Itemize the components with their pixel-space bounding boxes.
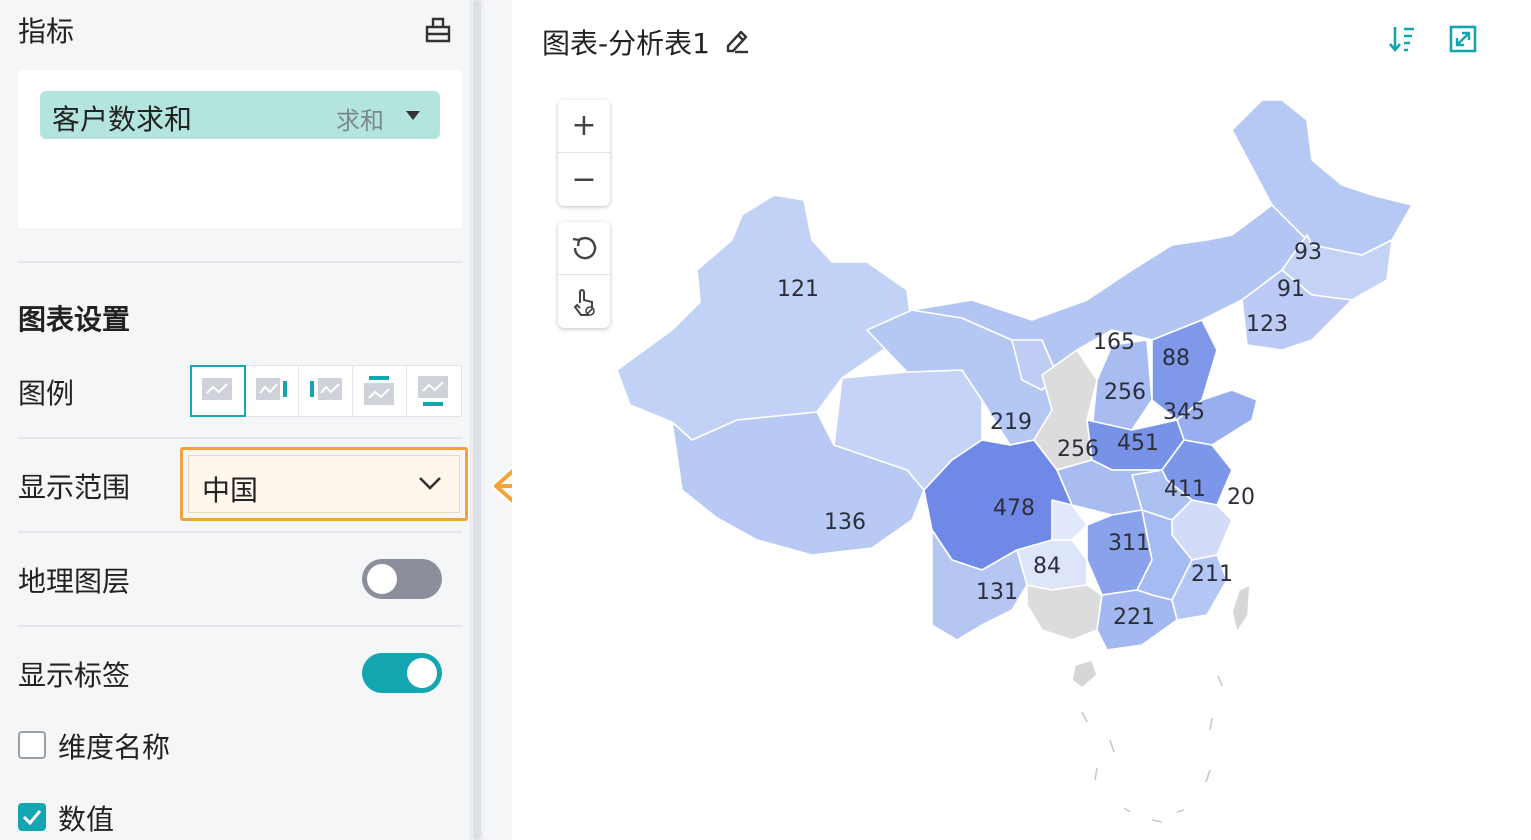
range-select[interactable]: 中国 xyxy=(188,455,460,513)
map-value-label: 256 xyxy=(1104,380,1146,405)
show-labels-label: 显示标签 xyxy=(18,659,131,692)
check-icon xyxy=(22,810,42,826)
zoom-out-button[interactable]: − xyxy=(558,153,610,206)
region-taiwan xyxy=(1231,584,1251,633)
geo-layer-label: 地理图层 xyxy=(18,565,131,598)
legend-left-icon xyxy=(310,378,342,400)
zoom-in-button[interactable]: + xyxy=(558,100,610,153)
map-value-label: 345 xyxy=(1163,400,1205,425)
legend-none-icon xyxy=(202,378,232,400)
map-value-label: 411 xyxy=(1164,477,1206,502)
zoom-controls: + − xyxy=(558,100,610,206)
legend-top-icon xyxy=(364,376,394,405)
region-guangxi xyxy=(1026,584,1103,641)
map-value-label: 131 xyxy=(976,580,1018,605)
legend-bottom-icon xyxy=(418,376,448,406)
map-tool-controls xyxy=(558,222,610,328)
legend-position-group xyxy=(190,365,462,417)
nine-dash-line xyxy=(1081,675,1223,823)
map-value-label: 221 xyxy=(1113,605,1155,630)
chevron-down-icon xyxy=(419,477,441,490)
panel-scrollbar-thumb[interactable] xyxy=(473,0,481,840)
caret-down-icon[interactable] xyxy=(406,111,420,120)
clear-icon[interactable] xyxy=(422,14,454,44)
range-select-highlight: 中国 xyxy=(180,447,468,521)
map-value-label: 478 xyxy=(993,496,1035,521)
legend-right-icon xyxy=(256,378,287,400)
geo-layer-toggle[interactable] xyxy=(362,559,442,599)
metric-aggregation[interactable]: 求和 xyxy=(336,101,384,136)
divider xyxy=(18,261,462,263)
settings-panel: 指标 客户数求和 求和 图表设置 图例 显示范围 中国 地理图层 显示标签 维度… xyxy=(0,0,470,840)
divider xyxy=(18,437,462,439)
legend-none-option[interactable] xyxy=(190,365,246,417)
map-value-label: 20 xyxy=(1227,485,1255,510)
legend-top-option[interactable] xyxy=(353,366,407,416)
dimension-name-label: 维度名称 xyxy=(58,731,171,764)
map-value-label: 84 xyxy=(1033,554,1061,579)
metric-chip[interactable]: 客户数求和 求和 xyxy=(40,91,440,139)
reset-button[interactable] xyxy=(558,222,610,275)
region-hainan xyxy=(1071,659,1098,689)
value-checkbox[interactable] xyxy=(18,803,46,831)
legend-right-option[interactable] xyxy=(245,366,299,416)
toggle-knob xyxy=(367,564,397,594)
map-value-label: 165 xyxy=(1093,330,1135,355)
map-value-label: 211 xyxy=(1191,562,1233,587)
legend-left-option[interactable] xyxy=(299,366,353,416)
map-value-label: 121 xyxy=(777,277,819,302)
metrics-title: 指标 xyxy=(18,15,75,48)
select-tool-button[interactable] xyxy=(558,275,610,328)
map-value-label: 311 xyxy=(1108,531,1150,556)
map-value-label: 256 xyxy=(1057,437,1099,462)
plus-icon: + xyxy=(571,108,597,143)
divider xyxy=(18,531,462,533)
range-select-value: 中国 xyxy=(202,474,259,507)
map-value-label: 93 xyxy=(1294,240,1322,265)
legend-label: 图例 xyxy=(18,377,75,410)
reset-icon xyxy=(572,236,597,260)
map-value-label: 451 xyxy=(1117,431,1159,456)
metric-drop-zone[interactable]: 客户数求和 求和 xyxy=(18,70,462,228)
chart-settings-title: 图表设置 xyxy=(18,303,131,336)
map-value-label: 219 xyxy=(990,410,1032,435)
metric-chip-label: 客户数求和 xyxy=(52,103,193,136)
chart-area: 图表-分析表1 121 93 91 123 165 88 256 345 219… xyxy=(512,0,1531,840)
map-value-label: 91 xyxy=(1277,277,1305,302)
divider xyxy=(18,625,462,627)
china-map[interactable]: 121 93 91 123 165 88 256 345 219 256 451411 20 478 13… xyxy=(512,0,1531,840)
map-value-label: 136 xyxy=(824,510,866,535)
gutter xyxy=(484,0,512,840)
map-value-label: 123 xyxy=(1246,312,1288,337)
show-labels-toggle[interactable] xyxy=(362,653,442,693)
select-tool-icon xyxy=(573,288,595,316)
value-label: 数值 xyxy=(58,803,115,836)
dimension-name-checkbox[interactable] xyxy=(18,731,46,759)
legend-bottom-option[interactable] xyxy=(407,366,461,416)
toggle-knob xyxy=(407,658,437,688)
map-value-label: 88 xyxy=(1162,346,1190,371)
range-label: 显示范围 xyxy=(18,471,131,504)
minus-icon: − xyxy=(571,161,597,197)
